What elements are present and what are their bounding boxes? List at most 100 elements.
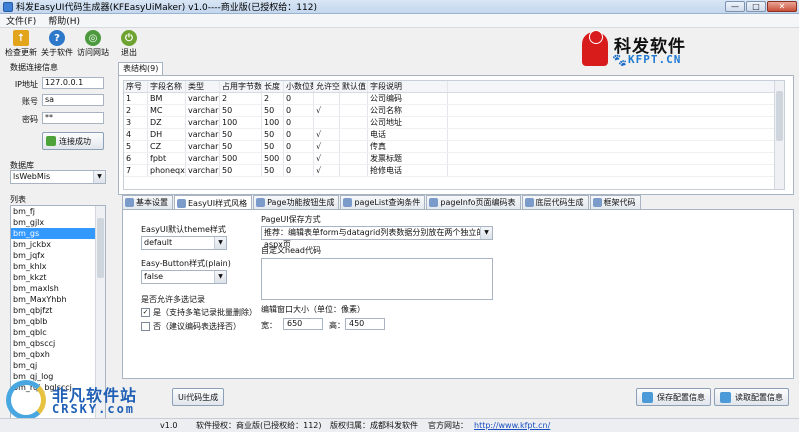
grid-cell: 公司编码 (368, 93, 448, 104)
generate-ui-button[interactable]: Ui代码生成 (172, 388, 225, 406)
status-site-link[interactable]: http://www.kfpt.cn/ (474, 419, 550, 432)
list-item[interactable]: bm_qj (11, 360, 105, 371)
check-update-label: 检查更新 (5, 48, 37, 57)
list-item[interactable]: bm_gs (11, 228, 105, 239)
table-row[interactable]: 3 DZ varchar 100 100 0 公司地址 (124, 117, 784, 129)
grid-column-header[interactable]: 小数位数 (284, 81, 314, 92)
ip-input[interactable]: 127.0.0.1 (42, 77, 104, 89)
check-update-button[interactable]: ↑ 检查更新 (4, 28, 38, 58)
table-row[interactable]: 5 CZ varchar 50 50 0 √ 传真 (124, 141, 784, 153)
grid-cell: varchar (188, 93, 220, 104)
minimize-button[interactable]: — (725, 1, 745, 12)
grid-cell: 50 (262, 105, 284, 116)
settings-tab[interactable]: EasyUI样式风格 (174, 195, 253, 210)
exit-label: 退出 (121, 48, 137, 57)
grid-column-header[interactable]: 字段名称 (148, 81, 186, 92)
theme-select[interactable]: default ▼ (141, 236, 227, 250)
list-item[interactable]: bm_fj (11, 206, 105, 217)
exit-button[interactable]: ⏻ 退出 (112, 28, 146, 58)
settings-tab[interactable]: pageInfo页面编码表 (426, 195, 521, 209)
grid-cell (340, 153, 368, 164)
list-item[interactable]: bm_MaxYhbh (11, 294, 105, 305)
update-icon: ↑ (13, 30, 29, 46)
grid-header: 序号字段名称类型占用字节数长度小数位数允许空默认值字段说明 (124, 81, 784, 93)
table-row[interactable]: 2 MC varchar 50 50 0 √ 公司名称 (124, 105, 784, 117)
list-item[interactable]: bm_qbxh (11, 349, 105, 360)
grid-cell (340, 165, 368, 176)
head-code-textarea[interactable] (261, 258, 493, 300)
grid-cell: √ (314, 141, 340, 152)
menu-help[interactable]: 帮助(H) (42, 14, 86, 27)
grid-column-header[interactable]: 类型 (186, 81, 220, 92)
grid-cell: varchar (188, 153, 220, 164)
table-row[interactable]: 4 DH varchar 50 50 0 √ 电话 (124, 129, 784, 141)
width-label: 宽： (261, 321, 277, 330)
grid-cell: BM (148, 93, 186, 104)
account-label: 账号 (22, 97, 38, 106)
grid-cell: 3 (124, 117, 148, 128)
grid-scrollbar[interactable] (774, 81, 784, 189)
settings-tab[interactable]: Page功能按钮生成 (253, 195, 340, 209)
grid-cell: 0 (284, 93, 314, 104)
grid-column-header[interactable]: 字段说明 (368, 81, 448, 92)
grid-cell: 1 (124, 93, 148, 104)
menu-bar: 文件(F) 帮助(H) (0, 14, 799, 28)
save-config-button[interactable]: 保存配置信息 (636, 388, 711, 406)
status-copyright: 版权归属：成都科发软件 (330, 421, 418, 430)
chevron-down-icon: ▼ (214, 237, 226, 249)
account-input[interactable]: sa (42, 94, 104, 106)
list-item[interactable]: bm_qbsccj (11, 338, 105, 349)
grid-column-header[interactable]: 序号 (124, 81, 148, 92)
read-config-button[interactable]: 读取配置信息 (714, 388, 789, 406)
grid-cell: varchar (188, 165, 220, 176)
maximize-button[interactable]: □ (746, 1, 766, 12)
list-item[interactable]: bm_qblb (11, 316, 105, 327)
window-controls: — □ ✕ (725, 1, 797, 12)
grid-cell: 公司地址 (368, 117, 448, 128)
settings-tab-label: 框架代码 (603, 198, 636, 207)
status-bar: v1.0 软件授权：商业版(已授权给：112) 版权归属：成都科发软件 官方网站… (0, 418, 799, 432)
multi-no-checkbox[interactable]: 否（建议编码表选择否） (141, 321, 241, 332)
list-item[interactable]: bm_qbjfzt (11, 305, 105, 316)
list-item[interactable]: bm_khlx (11, 261, 105, 272)
grid-column-header[interactable]: 允许空 (314, 81, 340, 92)
password-input[interactable]: ** (42, 112, 104, 124)
table-row[interactable]: 1 BM varchar 2 2 0 公司编码 (124, 93, 784, 105)
list-item[interactable]: bm_qblc (11, 327, 105, 338)
menu-file[interactable]: 文件(F) (0, 14, 42, 27)
grid-cell: 500 (220, 153, 262, 164)
grid-cell: 50 (220, 129, 262, 140)
width-input[interactable]: 650 (283, 318, 323, 330)
height-input[interactable]: 450 (345, 318, 385, 330)
about-button[interactable]: ? 关于软件 (40, 28, 74, 58)
settings-tab[interactable]: 框架代码 (589, 195, 641, 209)
close-button[interactable]: ✕ (767, 1, 797, 12)
settings-tab[interactable]: 底层代码生成 (521, 195, 589, 209)
grid-cell: DZ (148, 117, 186, 128)
grid-cell: √ (314, 129, 340, 140)
button-style-select[interactable]: false ▼ (141, 270, 227, 284)
tab-table-structure[interactable]: 表结构(9) (118, 62, 164, 75)
multi-yes-checkbox[interactable]: ✓ 是（支持多笔记录批量删除） (141, 307, 257, 318)
list-item[interactable]: bm_jqfx (11, 250, 105, 261)
multi-yes-label: 是（支持多笔记录批量删除） (153, 308, 257, 317)
list-item[interactable]: bm_gjlx (11, 217, 105, 228)
grid-column-header[interactable]: 默认值 (340, 81, 368, 92)
settings-tab[interactable]: 基本设置 (122, 195, 173, 209)
checkbox-checked-icon: ✓ (141, 308, 150, 317)
grid-column-header[interactable]: 占用字节数 (220, 81, 262, 92)
list-item[interactable]: bm_jckbx (11, 239, 105, 250)
tab-icon (592, 198, 602, 207)
save-mode-select[interactable]: 推荐：编辑表单form与datagrid列表数据分别放在两个独立的aspx页 ▼ (261, 226, 493, 249)
settings-tab[interactable]: pageList查询条件 (340, 195, 426, 209)
list-item[interactable]: bm_maxlsh (11, 283, 105, 294)
grid-column-header[interactable]: 长度 (262, 81, 284, 92)
visit-site-button[interactable]: ◎ 访问网站 (76, 28, 110, 58)
table-row[interactable]: 6 fpbt varchar 500 500 0 √ 发票标题 (124, 153, 784, 165)
grid-cell: 传真 (368, 141, 448, 152)
grid-cell: 50 (262, 141, 284, 152)
table-row[interactable]: 7 phoneqx varchar 50 50 0 √ 抢修电话 (124, 165, 784, 177)
database-select[interactable]: lsWebMis ▼ (10, 170, 106, 184)
connect-button[interactable]: 连接成功 (42, 132, 104, 150)
list-item[interactable]: bm_kkzt (11, 272, 105, 283)
